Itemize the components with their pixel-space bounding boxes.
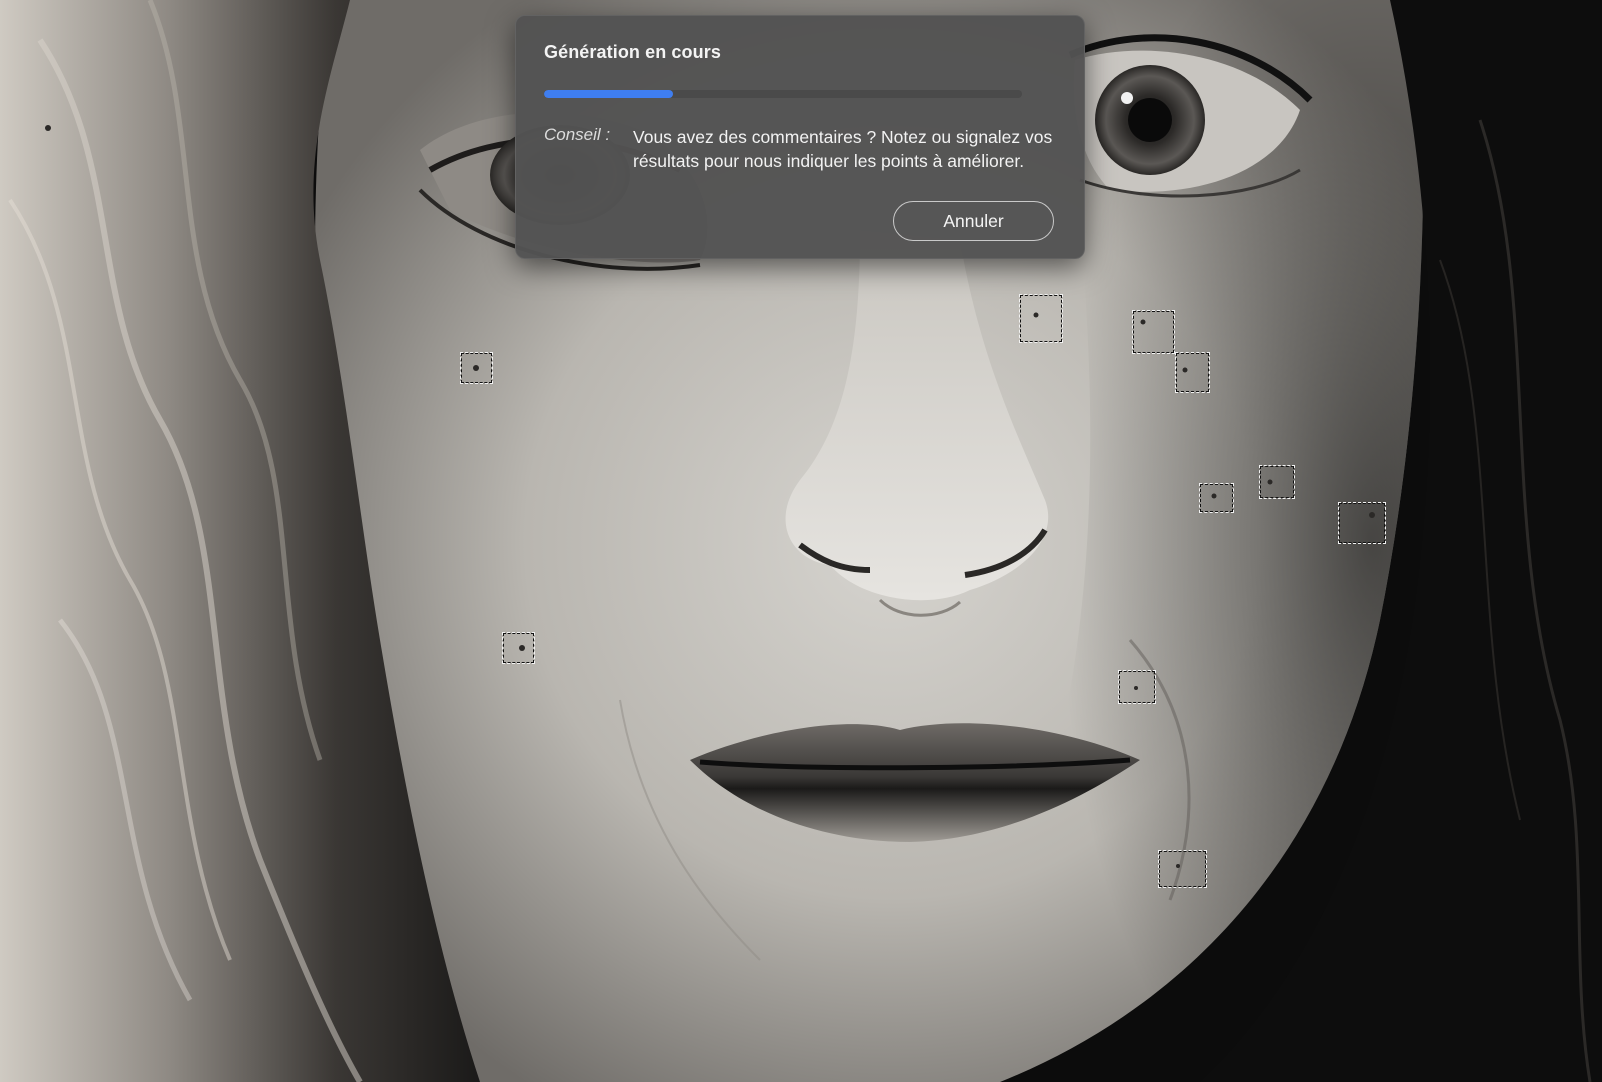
tip-label: Conseil :: [544, 125, 611, 144]
spot-selection[interactable]: [502, 632, 535, 664]
spot-selection[interactable]: [1118, 670, 1156, 704]
progress-bar-fill: [544, 90, 674, 98]
spot-selection[interactable]: [1132, 310, 1175, 354]
generation-progress-dialog: Génération en cours Conseil : Vous avez …: [515, 15, 1085, 259]
spot-selection[interactable]: [1019, 294, 1063, 343]
spot-selection[interactable]: [1338, 502, 1386, 544]
spot-selection[interactable]: [1175, 352, 1210, 393]
cancel-button[interactable]: Annuler: [893, 201, 1054, 241]
spot-selection[interactable]: [1158, 850, 1207, 888]
progress-bar: [544, 90, 1022, 98]
tip-text: Vous avez des commentaires ? Notez ou si…: [633, 127, 1053, 171]
spot-selection[interactable]: [1259, 465, 1295, 499]
spot-selection[interactable]: [460, 352, 493, 384]
spot-selection[interactable]: [1199, 483, 1234, 513]
dialog-title: Génération en cours: [544, 42, 721, 62]
